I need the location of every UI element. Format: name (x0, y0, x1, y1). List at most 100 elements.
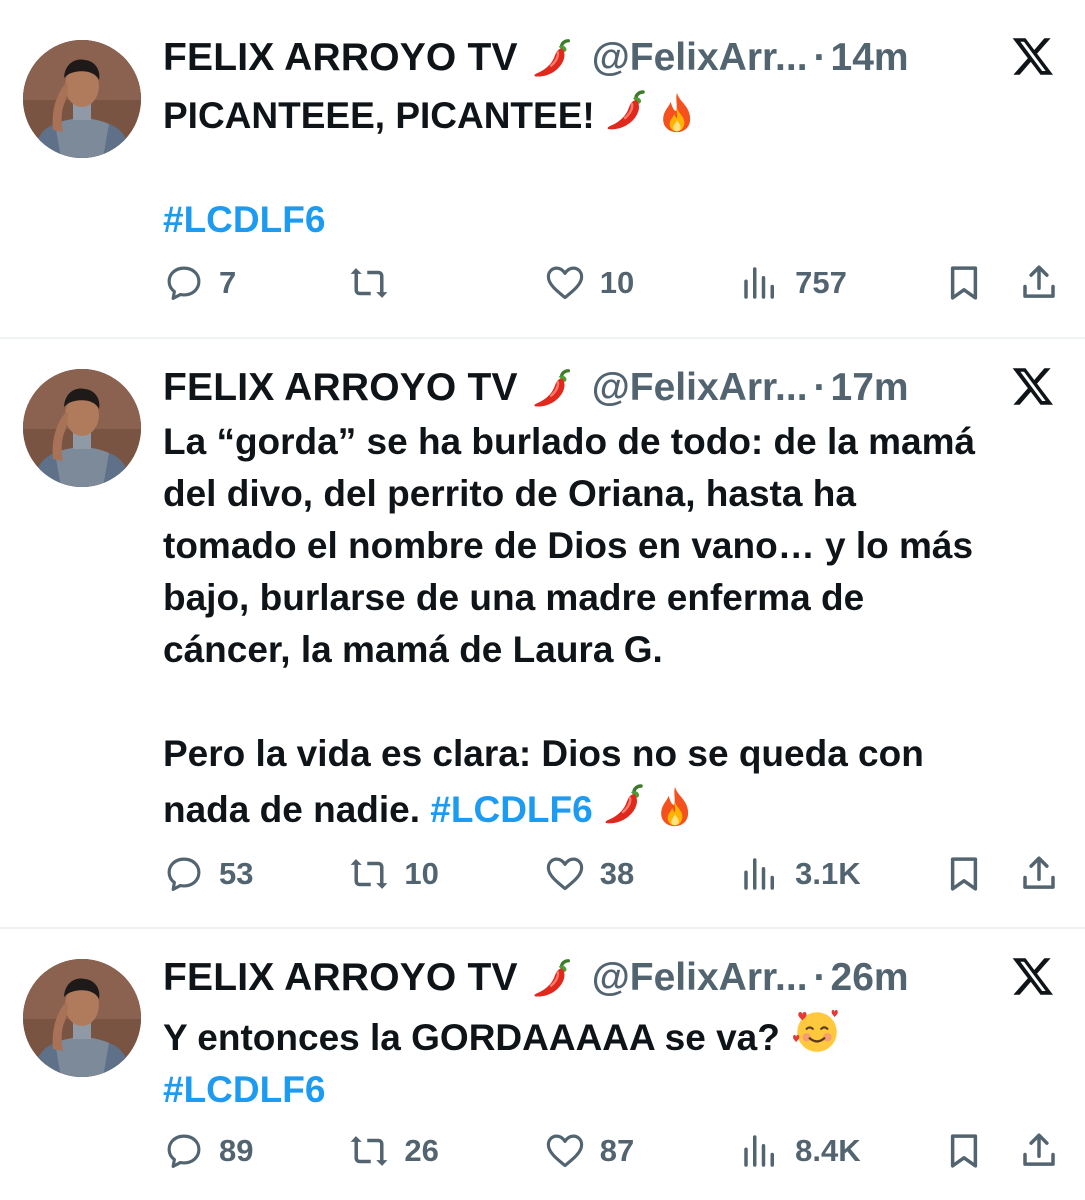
dot-separator: · (813, 366, 827, 409)
tweet-text: PICANTEEE, PICANTEE! #LCDLF6 (163, 86, 1063, 246)
tweet-line: Pero la vida es clara: Dios no se queda … (163, 733, 924, 774)
retweet-icon (351, 859, 388, 889)
hashtag-link[interactable]: #LCDLF6 (163, 1069, 325, 1110)
like-icon (546, 857, 583, 891)
tweet-line: Y entonces la GORDAAAAA se va? (163, 1006, 1063, 1064)
reply-button[interactable]: 89 (163, 1130, 343, 1172)
reply-icon (167, 857, 201, 891)
views-icon (744, 1135, 775, 1167)
hashtag-link[interactable]: #LCDLF6 (430, 789, 592, 830)
reply-icon (167, 266, 201, 300)
bookmark-button[interactable] (915, 853, 985, 895)
tweet-header: FELIX ARROYO TV @FelixArr... · 26m (163, 952, 1063, 1004)
avatar[interactable] (23, 959, 141, 1077)
chili-pepper-icon (603, 86, 651, 134)
tweet-body: FELIX ARROYO TV @FelixArr... · 26m Y ent… (163, 952, 1063, 1116)
fire-icon (653, 784, 697, 828)
smiling-face-with-hearts-icon (792, 1006, 842, 1056)
author-handle[interactable]: @FelixArr... (592, 36, 808, 80)
share-button[interactable] (990, 1130, 1060, 1172)
reply-button[interactable]: 7 (163, 262, 343, 304)
retweet-count: 26 (404, 1133, 439, 1168)
retweet-icon (351, 268, 388, 298)
tweet-line: #LCDLF6 (163, 194, 1063, 246)
share-button[interactable] (990, 853, 1060, 895)
timestamp[interactable]: 17m (831, 366, 909, 410)
author-name[interactable]: FELIX ARROYO TV (163, 366, 518, 410)
action-bar: 53 10 38 3.1K (163, 849, 1060, 899)
like-button[interactable]: 87 (544, 1130, 734, 1172)
reply-count: 53 (219, 856, 254, 891)
dot-separator: · (813, 956, 827, 999)
avatar-image (23, 40, 141, 158)
tweet-body: FELIX ARROYO TV @FelixArr... · 17m La “g… (163, 362, 1063, 836)
like-count: 38 (599, 856, 635, 891)
action-bar: 89 26 87 8.4K (163, 1126, 1060, 1176)
like-button[interactable]: 10 (544, 262, 734, 304)
hashtag-link[interactable]: #LCDLF6 (163, 199, 325, 240)
action-bar: 7 10 757 (163, 258, 1060, 308)
views-button[interactable]: 8.4K (739, 1130, 909, 1172)
like-count: 10 (599, 265, 635, 300)
reply-button[interactable]: 53 (163, 853, 343, 895)
tweet-line: bajo, burlarse de una madre enferma de (163, 577, 865, 618)
retweet-count: 10 (404, 856, 439, 891)
like-button[interactable]: 38 (544, 853, 734, 895)
avatar[interactable] (23, 40, 141, 158)
tweet-line: nada de nadie. #LCDLF6 (163, 780, 1063, 836)
author-handle[interactable]: @FelixArr... (592, 956, 808, 1000)
timestamp[interactable]: 26m (831, 956, 909, 1000)
tweet-line: #LCDLF6 (163, 1064, 1063, 1116)
tweet[interactable]: FELIX ARROYO TV @FelixArr... · 14m PICAN… (0, 0, 1085, 339)
retweet-button[interactable] (348, 262, 538, 304)
bookmark-icon (950, 266, 977, 300)
share-icon (1023, 265, 1055, 298)
author-name[interactable]: FELIX ARROYO TV (163, 36, 518, 80)
reply-icon (167, 1134, 201, 1168)
bookmark-button[interactable] (915, 1130, 985, 1172)
retweet-button[interactable]: 10 (348, 853, 538, 895)
bookmark-icon (950, 857, 977, 891)
tweet-line: tomado el nombre de Dios en vano… y lo m… (163, 525, 974, 566)
tweet[interactable]: FELIX ARROYO TV @FelixArr... · 26m Y ent… (0, 929, 1085, 1200)
avatar-image (23, 369, 141, 487)
tweet-line: La “gorda” se ha burlado de todo: de la … (163, 421, 976, 462)
chili-pepper-icon (601, 780, 649, 828)
author-handle[interactable]: @FelixArr... (592, 366, 808, 410)
view-count: 3.1K (795, 856, 861, 891)
like-icon (546, 1134, 583, 1168)
x-logo-icon[interactable] (1011, 34, 1055, 78)
view-count: 8.4K (795, 1133, 861, 1168)
tweet-feed: FELIX ARROYO TV @FelixArr... · 14m PICAN… (0, 0, 1085, 1200)
retweet-button[interactable]: 26 (348, 1130, 538, 1172)
avatar-image (23, 959, 141, 1077)
tweet-line: del divo, del perrito de Oriana, hasta h… (163, 473, 856, 514)
views-button[interactable]: 3.1K (739, 853, 909, 895)
x-logo-icon[interactable] (1011, 364, 1055, 408)
tweet-header: FELIX ARROYO TV @FelixArr... · 14m (163, 32, 1063, 84)
avatar[interactable] (23, 369, 141, 487)
reply-count: 89 (219, 1133, 254, 1168)
tweet-line: PICANTEEE, PICANTEE! (163, 86, 1063, 142)
views-icon (744, 858, 775, 890)
share-icon (1023, 856, 1055, 889)
bookmark-button[interactable] (915, 262, 985, 304)
share-button[interactable] (990, 262, 1060, 304)
views-button[interactable]: 757 (739, 262, 909, 304)
like-count: 87 (599, 1133, 635, 1168)
tweet[interactable]: FELIX ARROYO TV @FelixArr... · 17m La “g… (0, 339, 1085, 929)
chili-pepper-icon (530, 955, 576, 1001)
dot-separator: · (813, 36, 827, 79)
chili-pepper-icon (530, 365, 576, 411)
bookmark-icon (950, 1134, 977, 1168)
views-icon (744, 267, 775, 299)
tweet-header: FELIX ARROYO TV @FelixArr... · 17m (163, 362, 1063, 414)
author-name[interactable]: FELIX ARROYO TV (163, 956, 518, 1000)
reply-count: 7 (219, 265, 237, 300)
x-logo-icon[interactable] (1011, 954, 1055, 998)
fire-icon (655, 90, 699, 134)
tweet-text: La “gorda” se ha burlado de todo: de la … (163, 416, 1063, 836)
like-icon (546, 266, 583, 300)
timestamp[interactable]: 14m (831, 36, 909, 80)
tweet-line: cáncer, la mamá de Laura G. (163, 629, 663, 670)
